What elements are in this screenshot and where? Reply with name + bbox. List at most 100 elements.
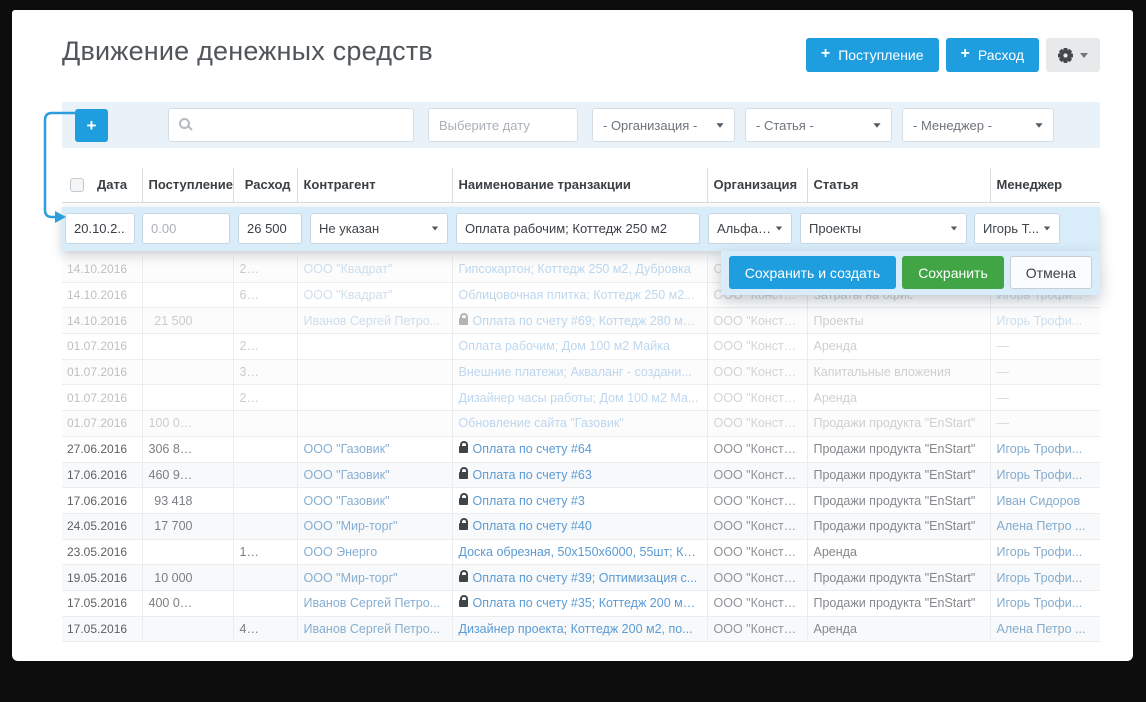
organization-filter-select[interactable]: - Организация - [592,108,735,142]
column-header-article[interactable]: Статья [807,168,990,202]
lock-icon [459,575,468,582]
add-transaction-button[interactable]: + [75,109,108,142]
search-input[interactable] [168,108,414,142]
cell-expense [233,565,297,591]
cell-organization: ООО "Конста... [707,513,807,539]
cell-transaction-name[interactable]: Оплата по счету #40 [452,513,707,539]
edit-expense-input[interactable] [238,213,302,244]
table-row[interactable]: 19.05.201610 000ООО "Мир-торг"Оплата по … [62,565,1100,591]
cell-manager[interactable]: Игорь Трофи... [990,436,1100,462]
cell-organization: ООО "Конста... [707,436,807,462]
cell-counterparty[interactable]: ООО "Квадрат" [297,257,452,283]
cell-counterparty[interactable]: ООО "Квадрат" [297,282,452,308]
cell-transaction-name[interactable]: Гипсокартон; Коттедж 250 м2, Дубровка [452,257,707,283]
manager-filter-value: - Менеджер - [913,118,992,133]
cell-date: 14.10.2016 [62,257,142,283]
plus-icon: + [821,45,830,63]
cell-expense [233,513,297,539]
cell-counterparty[interactable]: Иванов Сергей Петро... [297,308,452,334]
column-header-income[interactable]: Поступление [142,168,233,202]
table-row[interactable]: 17.05.2016400 000Иванов Сергей Петро...О… [62,590,1100,616]
cell-counterparty[interactable]: ООО Энерго [297,539,452,565]
edit-manager-select[interactable]: Игорь Т... [974,213,1060,244]
cell-income: 21 500 [142,308,233,334]
select-all-checkbox[interactable] [70,178,84,192]
cell-counterparty[interactable]: Иванов Сергей Петро... [297,616,452,642]
cell-transaction-name[interactable]: Оплата по счету #69; Коттедж 280 м2,... [452,308,707,334]
add-income-button[interactable]: + Поступление [806,38,939,72]
cell-manager[interactable]: Игорь Трофи... [990,462,1100,488]
cell-article: Аренда [807,385,990,411]
column-header-name[interactable]: Наименование транзакции [452,168,707,202]
cell-manager[interactable]: Игорь Трофи... [990,565,1100,591]
table-row[interactable]: 23.05.201616 980ООО ЭнергоДоска обрезная… [62,539,1100,565]
table-row[interactable]: 27.06.2016306 800ООО "Газовик"Оплата по … [62,436,1100,462]
table-row[interactable]: 14.10.201621 500Иванов Сергей Петро...Оп… [62,308,1100,334]
cell-manager[interactable]: Иван Сидоров [990,488,1100,514]
cell-manager: — [990,334,1100,360]
cell-transaction-name[interactable]: Облицовочная плитка; Коттедж 250 м2... [452,282,707,308]
cell-counterparty [297,359,452,385]
cell-date: 23.05.2016 [62,539,142,565]
cell-transaction-name[interactable]: Оплата по счету #64 [452,436,707,462]
edit-income-input[interactable] [142,213,230,244]
cell-manager[interactable]: Игорь Трофи... [990,308,1100,334]
cell-expense: 39 000 [233,359,297,385]
cell-date: 14.10.2016 [62,282,142,308]
cell-manager[interactable]: Алена Петро ... [990,616,1100,642]
article-filter-select[interactable]: - Статья - [745,108,892,142]
cell-counterparty[interactable]: ООО "Газовик" [297,436,452,462]
table-row[interactable]: 17.05.201645 000Иванов Сергей Петро...Ди… [62,616,1100,642]
table-row[interactable]: 17.06.201693 418ООО "Газовик"Оплата по с… [62,488,1100,514]
save-and-create-button[interactable]: Сохранить и создать [729,256,896,289]
table-row[interactable]: 01.07.201639 000Внешние платежи; Аквалан… [62,359,1100,385]
cell-counterparty[interactable]: Иванов Сергей Петро... [297,590,452,616]
column-header-counterparty[interactable]: Контрагент [297,168,452,202]
table-row[interactable]: 01.07.201620 000Оплата рабочим; Дом 100 … [62,334,1100,360]
cell-transaction-name[interactable]: Дизайнер часы работы; Дом 100 м2 Ма... [452,385,707,411]
cell-counterparty[interactable]: ООО "Мир-торг" [297,513,452,539]
edit-organization-select[interactable]: Альфа-... [708,213,792,244]
cell-transaction-name[interactable]: Оплата по счету #35; Коттедж 200 м2,... [452,590,707,616]
cell-counterparty[interactable]: ООО "Газовик" [297,488,452,514]
cell-manager[interactable]: Игорь Трофи... [990,590,1100,616]
cancel-button[interactable]: Отмена [1010,256,1092,289]
cell-transaction-name[interactable]: Оплата по счету #39; Оптимизация с... [452,565,707,591]
add-income-label: Поступление [838,47,923,63]
cell-date: 24.05.2016 [62,513,142,539]
cell-transaction-name[interactable]: Оплата по счету #63 [452,462,707,488]
date-filter-input[interactable] [428,108,578,142]
manager-filter-select[interactable]: - Менеджер - [902,108,1054,142]
cell-transaction-name[interactable]: Внешние платежи; Акваланг - создани... [452,359,707,385]
cell-counterparty[interactable]: ООО "Мир-торг" [297,565,452,591]
cell-counterparty[interactable]: ООО "Газовик" [297,462,452,488]
cell-income [142,385,233,411]
cell-manager: — [990,385,1100,411]
chevron-down-icon [1035,123,1042,128]
edit-transaction-name-input[interactable] [456,213,700,244]
save-button[interactable]: Сохранить [902,256,1004,289]
column-header-manager[interactable]: Менеджер [990,168,1100,202]
add-expense-button[interactable]: + Расход [946,38,1040,72]
cell-manager[interactable]: Алена Петро ... [990,513,1100,539]
lock-icon [459,446,468,453]
edit-date-input[interactable] [65,213,135,244]
column-header-organization[interactable]: Организация [707,168,807,202]
table-row[interactable]: 17.06.2016460 908ООО "Газовик"Оплата по … [62,462,1100,488]
lock-icon [459,600,468,607]
cell-income: 100 000 [142,411,233,437]
cell-transaction-name[interactable]: Оплата рабочим; Дом 100 м2 Майка [452,334,707,360]
table-row[interactable]: 01.07.201625 000Дизайнер часы работы; До… [62,385,1100,411]
column-header-expense[interactable]: Расход [233,168,297,202]
settings-button[interactable] [1046,38,1100,72]
cell-manager[interactable]: Игорь Трофи... [990,539,1100,565]
table-row[interactable]: 01.07.2016100 000Обновление сайта "Газов… [62,411,1100,437]
column-header-date[interactable]: Дата [62,168,142,202]
cell-transaction-name[interactable]: Дизайнер проекта; Коттедж 200 м2, по... [452,616,707,642]
cell-transaction-name[interactable]: Оплата по счету #3 [452,488,707,514]
cell-transaction-name[interactable]: Обновление сайта "Газовик" [452,411,707,437]
cell-transaction-name[interactable]: Доска обрезная, 50х150х6000, 55шт; Ко... [452,539,707,565]
table-row[interactable]: 24.05.201617 700ООО "Мир-торг"Оплата по … [62,513,1100,539]
edit-counterparty-select[interactable]: Не указан [310,213,448,244]
edit-article-select[interactable]: Проекты [800,213,967,244]
